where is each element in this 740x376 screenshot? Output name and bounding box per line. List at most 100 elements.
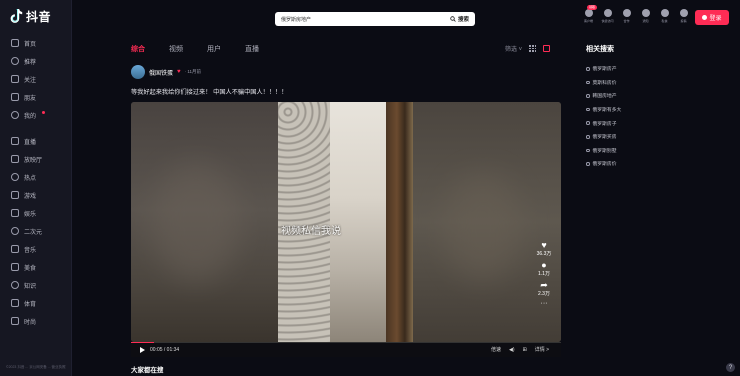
sidebar-item-label: 娱乐 [24,211,37,218]
video-player[interactable]: 视频私信我说 [131,102,561,342]
related-item[interactable]: 俄罗斯房子 [586,116,621,130]
top-icon-3[interactable]: 通知 [637,9,654,23]
douyin-logo-icon [10,9,23,24]
share-button[interactable]: ➦ 2.3万 [538,280,550,297]
entertainment-icon [11,209,19,217]
fashion-icon [11,317,19,325]
top-icon-0[interactable]: 客户端 领取 [580,5,597,23]
top-icon-4[interactable]: 私信 [656,9,673,23]
tab-2[interactable]: 用户 [207,44,221,54]
detail-link[interactable]: 详情 > [535,346,549,353]
like-button[interactable]: ♥ 36.3万 [537,240,552,257]
login-label: 登录 [709,16,722,22]
sidebar-item-label: 美食 [24,265,37,272]
related-item-label: 俄罗斯房产 [592,67,617,73]
sidebar-item-label: 热点 [24,175,37,182]
top-icon-1[interactable]: 快捷访问 [599,9,616,23]
search-icon [586,94,590,98]
fullscreen-icon[interactable]: ⊞ [522,347,526,353]
search-button-label: 搜索 [457,17,469,23]
post-date: · 11月前 [184,69,201,74]
more-button[interactable]: ··· [541,300,548,307]
related-item-label: 俄罗斯房子 [592,121,617,127]
fire-icon [11,173,19,181]
sidebar-item-12[interactable]: 美食 [0,258,72,276]
progress-bar[interactable] [131,342,561,343]
sidebar-item-label: 知识 [24,283,37,290]
video-watermark: 视频私信我说 [281,226,341,237]
thumb-icon [11,57,19,65]
sidebar-item-4[interactable]: 我的 [0,106,72,124]
play-icon[interactable] [140,346,145,353]
tab-3[interactable]: 直播 [245,44,259,54]
search-input[interactable] [275,12,450,26]
related-item[interactable]: 俄罗斯有多大 [586,103,621,117]
filter-area: 筛选 ˅ [505,44,551,53]
help-button[interactable]: ? [726,363,735,372]
filter-button[interactable]: 筛选 ˅ [505,44,522,53]
anime-icon [11,227,19,235]
sports-icon [11,299,19,307]
top-icon-label: 私信 [661,19,668,23]
share-icon: ➦ [540,280,548,290]
search-button[interactable]: 搜索 [450,15,475,23]
tab-1[interactable]: 视频 [169,44,183,54]
related-item[interactable]: 俄罗斯房价 [586,157,621,171]
comment-button[interactable]: ● 1.1万 [538,260,550,277]
search-icon [586,80,590,85]
sidebar-item-5[interactable]: 直播 [0,132,72,150]
sidebar-item-2[interactable]: 关注 [0,70,72,88]
top-icon-glyph [603,9,612,17]
tab-0[interactable]: 综合 [131,44,145,54]
sidebar-item-0[interactable]: 首页 [0,34,72,52]
profile-icon [11,111,19,119]
related-item[interactable]: 莫斯科房价 [586,76,621,90]
person-icon [11,75,19,83]
top-icon-badge: 领取 [587,5,597,10]
notification-dot [42,111,45,114]
top-icon-label: 快捷访问 [601,19,614,23]
single-view-icon[interactable] [543,45,551,52]
related-list: 俄罗斯房产莫斯科房价韩国房地产 俄罗斯有多大俄罗斯房子俄罗斯买房 俄罗斯别墅 俄罗斯房… [586,62,621,171]
sidebar-item-label: 体育 [24,301,37,308]
comment-count: 1.1万 [538,271,550,277]
sidebar-item-label: 推荐 [24,59,37,66]
search-bar: 搜索 [275,12,475,26]
grid-view-icon[interactable] [529,45,537,52]
sidebar-item-15[interactable]: 时尚 [0,312,72,330]
sidebar-item-6[interactable]: 放映厅 [0,150,72,168]
related-item[interactable]: 俄罗斯买房 [586,130,621,144]
related-item-label: 莫斯科房价 [592,80,617,86]
top-icon-label: 客户端 [583,19,593,23]
heart-icon: ♥ [541,240,547,250]
avatar[interactable] [131,65,145,79]
nav-separator [0,124,72,132]
top-icon-glyph [622,9,631,17]
related-item[interactable]: 俄罗斯房产 [586,62,621,76]
video-blur-left [131,102,278,342]
logo[interactable]: 抖音 [10,8,51,25]
top-icon-2[interactable]: 合作 [618,9,635,23]
sidebar-item-14[interactable]: 体育 [0,294,72,312]
related-item[interactable]: 韩国房地产 [586,89,621,103]
top-icon-5[interactable]: 投稿 [675,9,692,23]
action-column: ♥ 36.3万 ● 1.1万 ➦ 2.3万 ··· [532,240,556,307]
related-item[interactable]: 俄罗斯别墅 [586,144,621,158]
sidebar-item-13[interactable]: 知识 [0,276,72,294]
sidebar-item-8[interactable]: 游戏 [0,186,72,204]
sidebar-item-10[interactable]: 二次元 [0,222,72,240]
speed-button[interactable]: 倍速 [491,346,501,353]
login-button[interactable]: 登录 [695,10,729,25]
sidebar-item-7[interactable]: 热点 [0,168,72,186]
top-icon-label: 合作 [623,19,630,23]
app-root: 抖音 首页 推荐 关注 朋友 我的 直播 放映厅 热点 游戏 娱乐 二次元 音乐 美食 知识 体育 时尚 ©2… [0,0,740,376]
screen-icon [11,155,19,163]
author-name[interactable]: 俄国铁蛋 [149,68,173,77]
sidebar-item-1[interactable]: 推荐 [0,52,72,70]
sidebar-nav: 首页推荐关注 朋友 我的直播 放映厅热点游戏娱乐二次元 音乐美食知识体育时尚 [0,34,72,330]
sidebar-item-11[interactable]: 音乐 [0,240,72,258]
sidebar-item-9[interactable]: 娱乐 [0,204,72,222]
sidebar-item-3[interactable]: 朋友 [0,88,72,106]
post-caption[interactable]: 等我好起来我给你们接过来！ 中国人不骗中国人！！！！ [131,87,287,96]
volume-icon[interactable]: ◀) [509,347,515,353]
